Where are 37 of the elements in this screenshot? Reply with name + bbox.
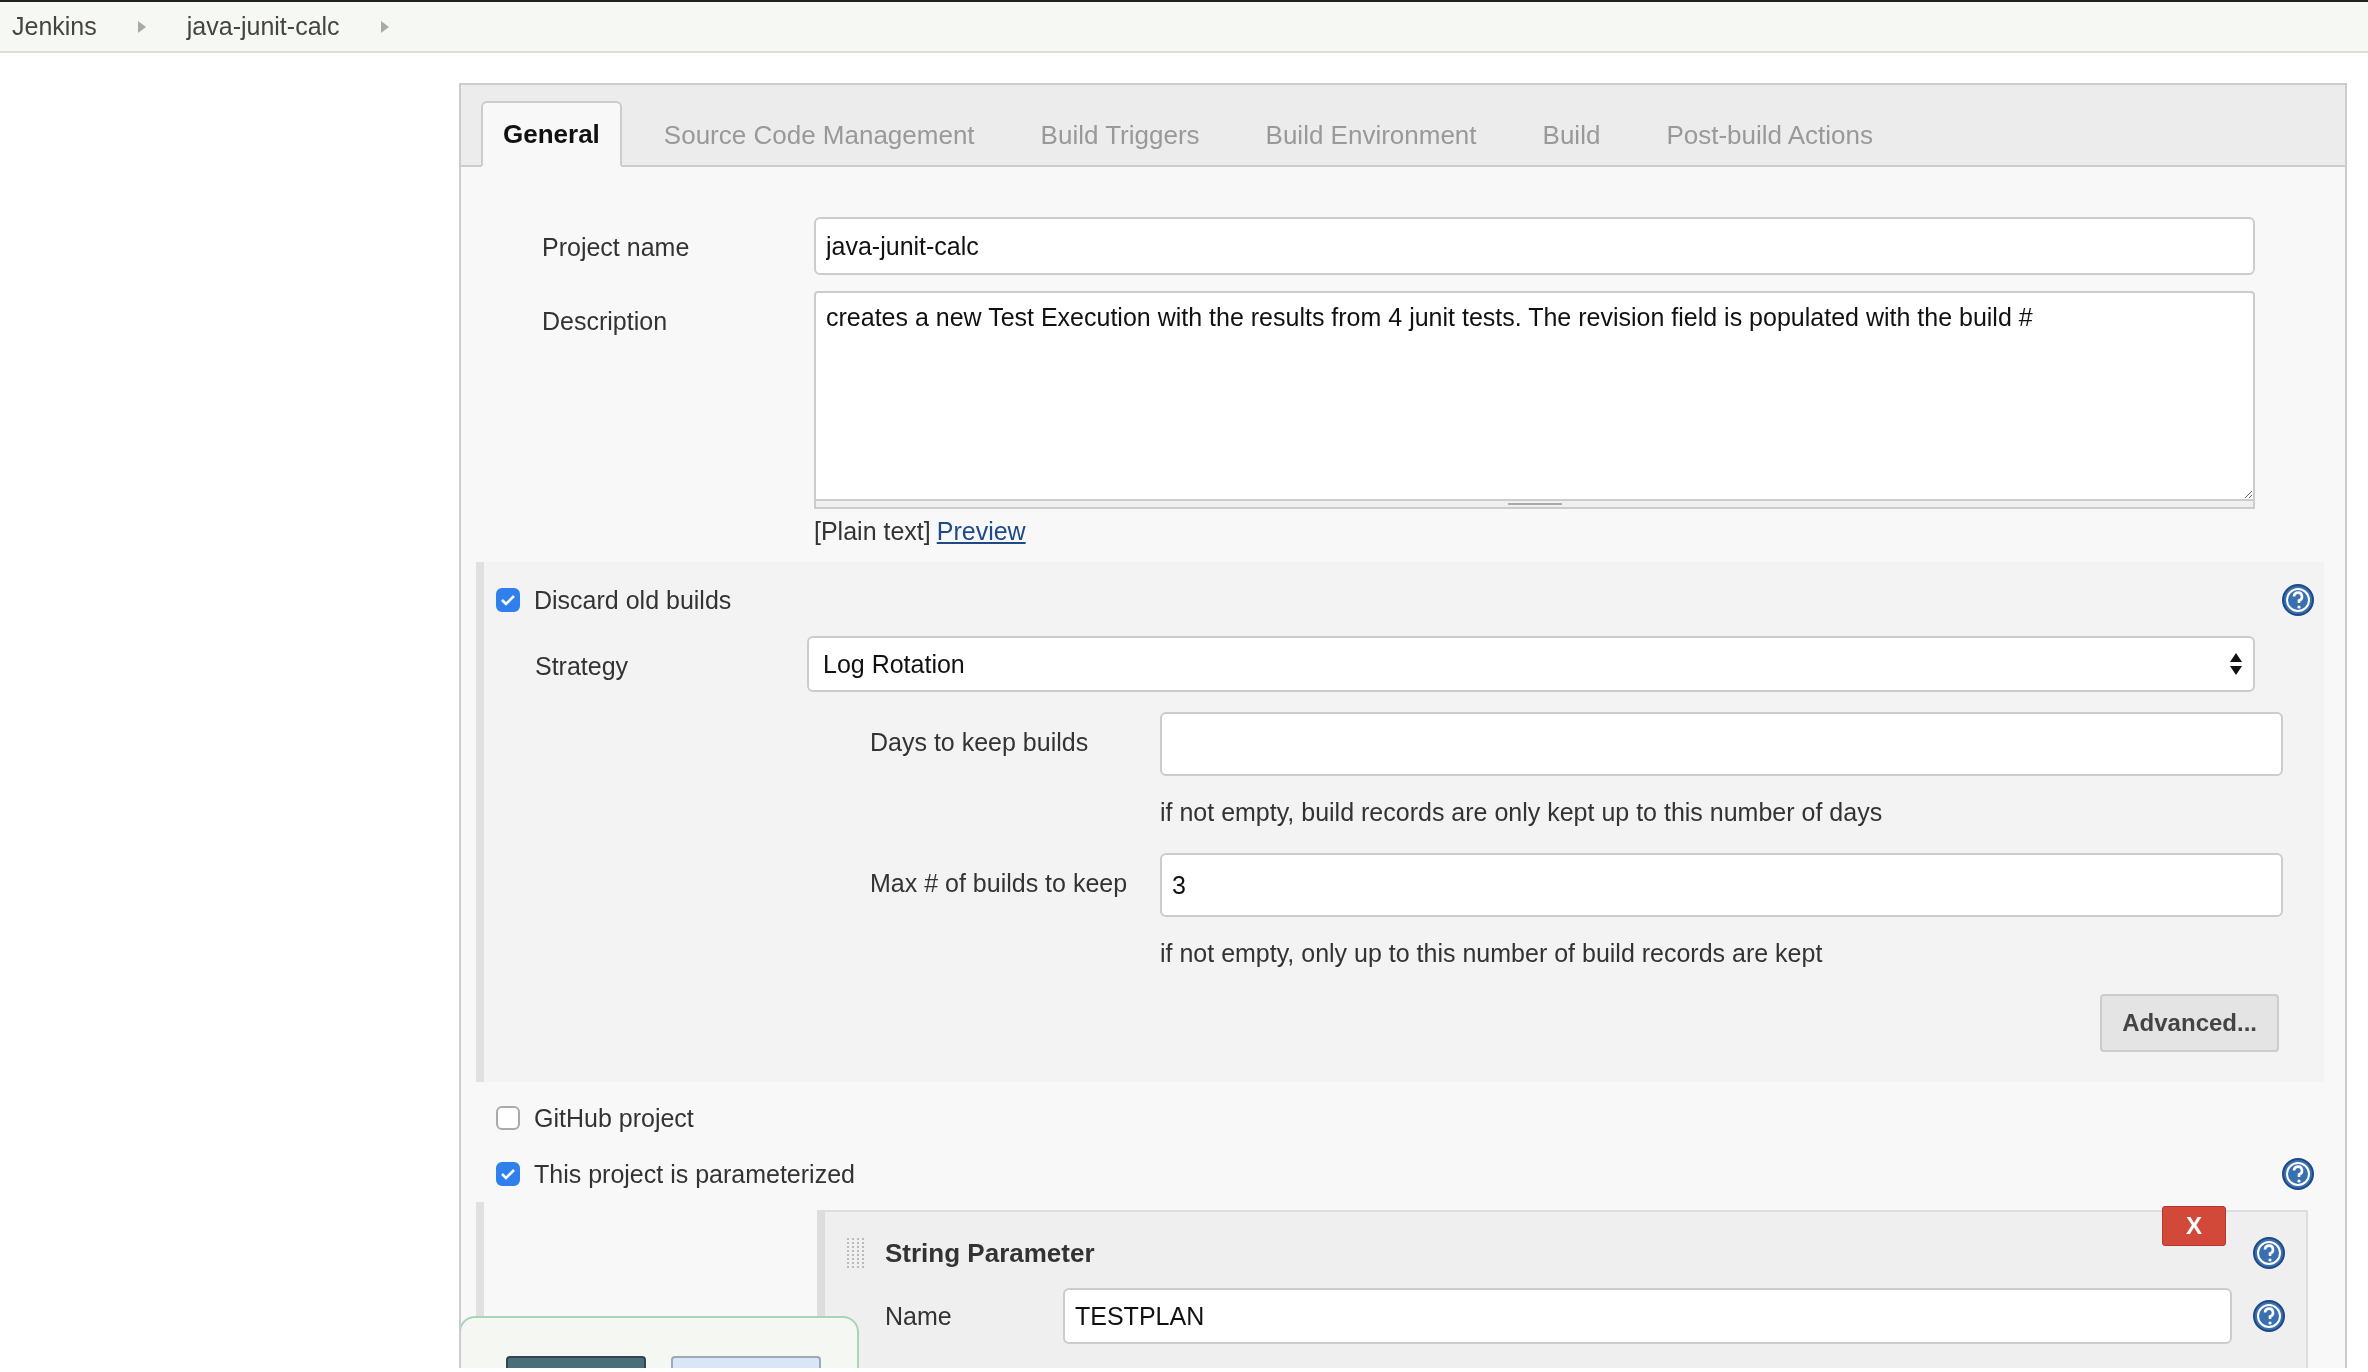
tab[interactable]: General — [481, 101, 622, 167]
breadcrumb-link[interactable]: java-junit-calc — [186, 12, 340, 41]
field-label: Project name — [542, 232, 691, 262]
checkbox[interactable] — [496, 1106, 520, 1130]
help-text: if not empty, only up to this number of build records are kept — [1159, 938, 1824, 969]
caret-icon — [136, 19, 147, 34]
field-label: Name — [885, 1301, 953, 1331]
field-label: Days to keep builds — [870, 727, 1090, 757]
checkbox-label: Discard old builds — [534, 585, 733, 615]
field-label: Description — [542, 306, 669, 336]
delete-button[interactable]: X — [2162, 1206, 2226, 1246]
number-field[interactable] — [1160, 712, 2283, 776]
name-field[interactable]: TESTPLAN — [1063, 1288, 2232, 1344]
strategy-select[interactable]: Log Rotation — [807, 636, 2255, 692]
checkbox-label: This project is parameterized — [534, 1159, 856, 1189]
description-field[interactable]: creates a new Test Execution with the results from 4 junit tests. The revision field is populated with the build # — [814, 291, 2255, 501]
field-label: Max # of builds to keep — [870, 868, 1129, 898]
help-icon[interactable] — [2252, 1236, 2286, 1270]
checkbox-label: GitHub project — [534, 1103, 695, 1133]
drag-handle-icon[interactable] — [845, 1237, 867, 1269]
parameter-title: String Parameter — [885, 1237, 1096, 1269]
help-icon[interactable] — [2281, 583, 2315, 617]
help-icon[interactable] — [2281, 1157, 2315, 1191]
breadcrumb-link[interactable]: Jenkins — [12, 12, 97, 41]
number-field[interactable]: 3 — [1160, 853, 2283, 917]
format-text: [Plain text] — [814, 517, 931, 545]
help-text: if not empty, build records are only kept up to this number of days — [1159, 797, 1884, 828]
advanced-button[interactable]: Advanced... — [2100, 994, 2279, 1052]
checkbox[interactable] — [496, 588, 520, 612]
help-icon[interactable] — [2252, 1299, 2286, 1333]
preview-link[interactable]: Preview — [936, 517, 1026, 545]
resize-handle[interactable] — [814, 501, 2255, 509]
project-name-field[interactable]: java-junit-calc — [814, 217, 2255, 275]
caret-icon — [379, 19, 390, 34]
checkbox[interactable] — [496, 1162, 520, 1186]
field-label: Strategy — [535, 651, 630, 681]
updown-icon — [2229, 652, 2243, 676]
